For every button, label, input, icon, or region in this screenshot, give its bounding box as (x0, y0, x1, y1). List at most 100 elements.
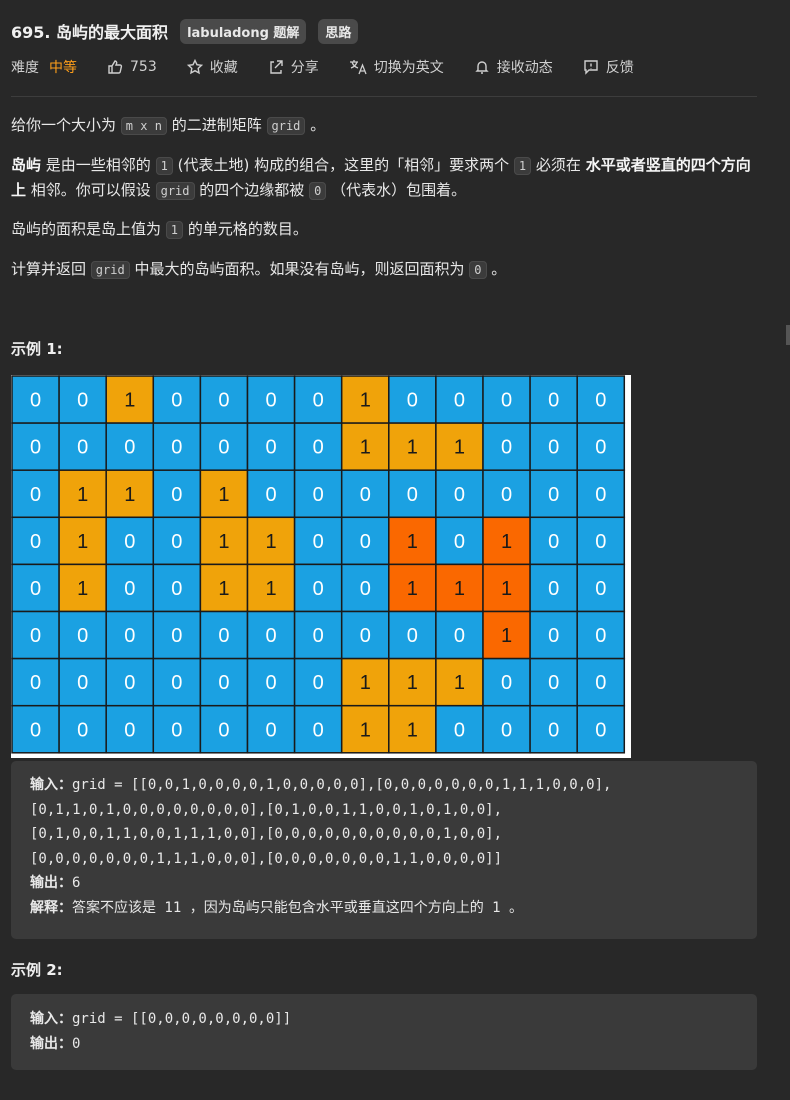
cell-value: 0 (360, 625, 371, 647)
cell-value: 0 (171, 390, 182, 412)
cell-value: 0 (548, 672, 559, 694)
text: 必须在 (535, 156, 581, 174)
cell-value: 0 (30, 625, 41, 647)
example2-output-line: 输出：0 (30, 1032, 738, 1057)
cell-value: 1 (77, 484, 88, 506)
star-icon (186, 59, 203, 75)
cell-value: 0 (501, 719, 512, 741)
cell-value: 1 (360, 672, 371, 694)
cell-value: 0 (313, 390, 324, 412)
cell-value: 0 (30, 578, 41, 600)
cell-value: 1 (407, 672, 418, 694)
description-p3: 岛屿的面积是岛上值为 1 的单元格的数目。 (11, 217, 756, 242)
example2-input-line: 输入：grid = [[0,0,0,0,0,0,0,0]] (30, 1007, 738, 1032)
cell-value: 0 (407, 484, 418, 506)
cell-value: 0 (548, 578, 559, 600)
cell-value: 0 (595, 625, 606, 647)
example1-input-line: [0,1,1,0,1,0,0,0,0,0,0,0,0],[0,1,0,0,1,1… (30, 801, 503, 818)
output-value: 6 (72, 875, 81, 891)
favorite-button[interactable]: 收藏 (186, 57, 238, 77)
cell-value: 1 (360, 719, 371, 741)
feedback-button[interactable]: 反馈 (583, 57, 634, 77)
share-button[interactable]: 分享 (268, 57, 319, 77)
scrollbar[interactable] (786, 325, 790, 345)
example2-title: 示例 2: (11, 961, 63, 979)
text: 。 (310, 116, 326, 134)
share-label: 分享 (290, 60, 319, 76)
cell-value: 0 (548, 719, 559, 741)
text: 的单元格的数目。 (187, 220, 308, 238)
favorite-label: 收藏 (209, 60, 238, 76)
cell-value: 0 (171, 625, 182, 647)
cell-value: 0 (265, 437, 276, 459)
example1-input-line: 输入：grid = [[0,0,1,0,0,0,0,1,0,0,0,0,0],[… (30, 773, 738, 798)
cell-value: 1 (360, 390, 371, 412)
cell-value: 0 (454, 531, 465, 553)
cell-value: 0 (171, 719, 182, 741)
cell-value: 0 (265, 390, 276, 412)
cell-value: 0 (124, 437, 135, 459)
cell-value: 0 (595, 531, 606, 553)
cell-value: 1 (124, 390, 135, 412)
text: 计算并返回 (11, 260, 87, 278)
cell-value: 0 (265, 672, 276, 694)
tag-thinking[interactable]: 思路 (318, 18, 359, 44)
example1-input-line: [0,0,0,0,0,0,0,1,1,1,0,0,0],[0,0,0,0,0,0… (30, 850, 503, 867)
cell-value: 0 (124, 578, 135, 600)
cell-value: 0 (218, 437, 229, 459)
cell-value: 0 (313, 672, 324, 694)
switch-language-button[interactable]: 切换为英文 (349, 57, 444, 77)
title-row: 695. 岛屿的最大面积 labuladong 题解 思路 (11, 18, 370, 44)
difficulty-label: 难度 (11, 60, 39, 76)
explain-label: 解释： (30, 899, 72, 916)
cell-value: 0 (124, 531, 135, 553)
cell-value: 1 (501, 625, 512, 647)
cell-value: 1 (407, 531, 418, 553)
cell-value: 1 (407, 578, 418, 600)
cell-value: 1 (265, 578, 276, 600)
inline-code: grid (155, 182, 195, 200)
cell-value: 0 (360, 578, 371, 600)
cell-value: 0 (313, 719, 324, 741)
thumbs-up-icon (108, 60, 123, 74)
cell-value: 0 (548, 625, 559, 647)
cell-value: 0 (77, 390, 88, 412)
cell-value: 0 (77, 719, 88, 741)
text: 。 (491, 260, 507, 278)
cell-value: 0 (548, 437, 559, 459)
bell-icon (475, 61, 489, 74)
cell-value: 0 (501, 437, 512, 459)
cell-value: 0 (595, 484, 606, 506)
cell-value: 0 (595, 672, 606, 694)
text: 岛屿的面积是岛上值为 (11, 220, 162, 238)
cell-value: 0 (124, 625, 135, 647)
text: 的四个边缘都被 (199, 181, 305, 199)
output-label: 输出： (30, 1035, 72, 1052)
cell-value: 0 (548, 484, 559, 506)
subscribe-button[interactable]: 接收动态 (474, 57, 553, 77)
inline-code: 1 (513, 157, 532, 175)
problem-title: 695. 岛屿的最大面积 (11, 23, 169, 42)
like-count: 753 (130, 59, 157, 75)
cell-value: 0 (313, 531, 324, 553)
cell-value: 0 (30, 390, 41, 412)
inline-code: grid (266, 117, 306, 135)
text: 的二进制矩阵 (171, 116, 262, 134)
cell-value: 0 (171, 578, 182, 600)
subscribe-label: 接收动态 (496, 60, 553, 76)
share-icon (270, 60, 283, 74)
text: 中最大的岛屿面积。如果没有岛屿，则返回面积为 (134, 260, 465, 278)
cell-value: 0 (595, 719, 606, 741)
like-button[interactable]: 753 (107, 59, 157, 75)
tag-labuladong[interactable]: labuladong 题解 (180, 18, 307, 44)
switch-language-label: 切换为英文 (373, 60, 444, 76)
difficulty-value: 中等 (49, 60, 77, 76)
cell-value: 0 (171, 672, 182, 694)
strong-text: 岛屿 (11, 156, 42, 174)
cell-value: 1 (454, 672, 465, 694)
input-value: grid = [[0,0,0,0,0,0,0,0]] (72, 1011, 292, 1027)
cell-value: 1 (77, 578, 88, 600)
cell-value: 0 (454, 625, 465, 647)
cell-value: 0 (77, 625, 88, 647)
inline-code: m x n (120, 117, 167, 135)
